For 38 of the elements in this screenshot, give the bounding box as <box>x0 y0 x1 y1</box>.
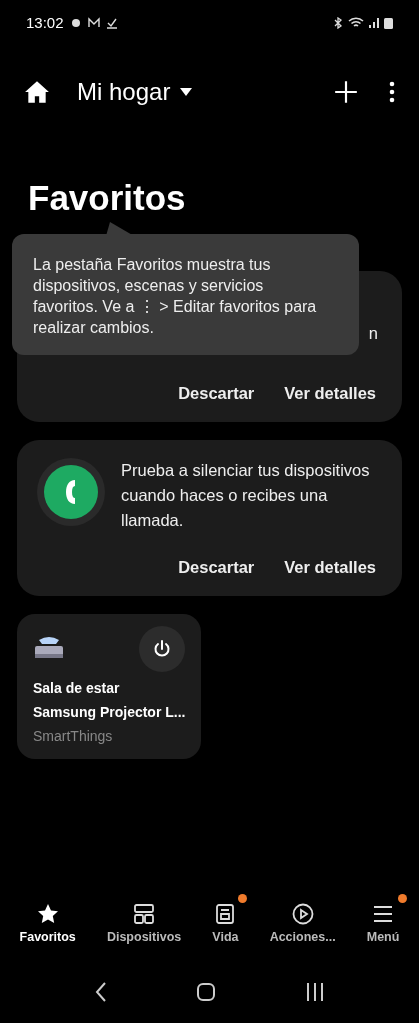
nav-tab[interactable]: Menú <box>366 902 400 947</box>
battery-icon <box>384 17 393 29</box>
signal-icon <box>368 17 380 29</box>
nav-tab[interactable]: Dispositivos <box>106 902 182 947</box>
page-title: Favoritos <box>27 178 187 218</box>
sun-icon <box>69 17 82 29</box>
card-message: n <box>368 322 378 344</box>
device-tile[interactable]: Sala de estar Samsung Projector L... SmartThings <box>17 613 201 759</box>
bluetooth-icon <box>332 17 344 29</box>
add-icon[interactable] <box>333 79 359 105</box>
card-action-button[interactable]: Descartar <box>178 554 255 580</box>
nav-tab[interactable]: Acciones... <box>269 902 336 947</box>
device-room: Sala de estar <box>33 678 121 698</box>
recents-icon[interactable] <box>304 982 325 1002</box>
home-icon[interactable] <box>24 79 50 105</box>
mail-icon <box>87 17 100 29</box>
tooltip: La pestaña Favoritos muestra tus dispositivos, escenas y servicios favoritos. Ve a ⋮ > Editar favoritos para realizar cambios. <box>12 234 359 355</box>
device-name: Samsung Projector L... <box>33 702 185 722</box>
home-nav-icon[interactable] <box>196 982 217 1002</box>
home-selector[interactable]: Mi hogar <box>77 74 193 110</box>
more-options-icon[interactable] <box>389 81 395 103</box>
nav-tab[interactable]: Vida <box>212 902 239 947</box>
card-action-button[interactable]: Ver detalles <box>284 381 376 406</box>
power-icon <box>153 639 171 658</box>
play-icon <box>290 902 315 927</box>
grid-icon <box>132 902 157 927</box>
status-time: 13:02 <box>26 12 64 33</box>
card-message: Prueba a silenciar tus dispositivos cuando haces o recibes una llamada. <box>121 459 371 531</box>
nav-tab[interactable]: Favoritos <box>19 902 76 947</box>
card-action-button[interactable]: Descartar <box>178 381 255 406</box>
device-source: SmartThings <box>33 726 114 746</box>
check-icon <box>105 17 118 29</box>
wifi-icon <box>348 17 364 29</box>
card-action-button[interactable]: Ver detalles <box>284 554 376 580</box>
dropdown-caret-icon <box>180 88 193 96</box>
phone-icon <box>37 457 105 526</box>
back-icon[interactable] <box>94 982 109 1002</box>
power-button[interactable] <box>139 625 185 672</box>
